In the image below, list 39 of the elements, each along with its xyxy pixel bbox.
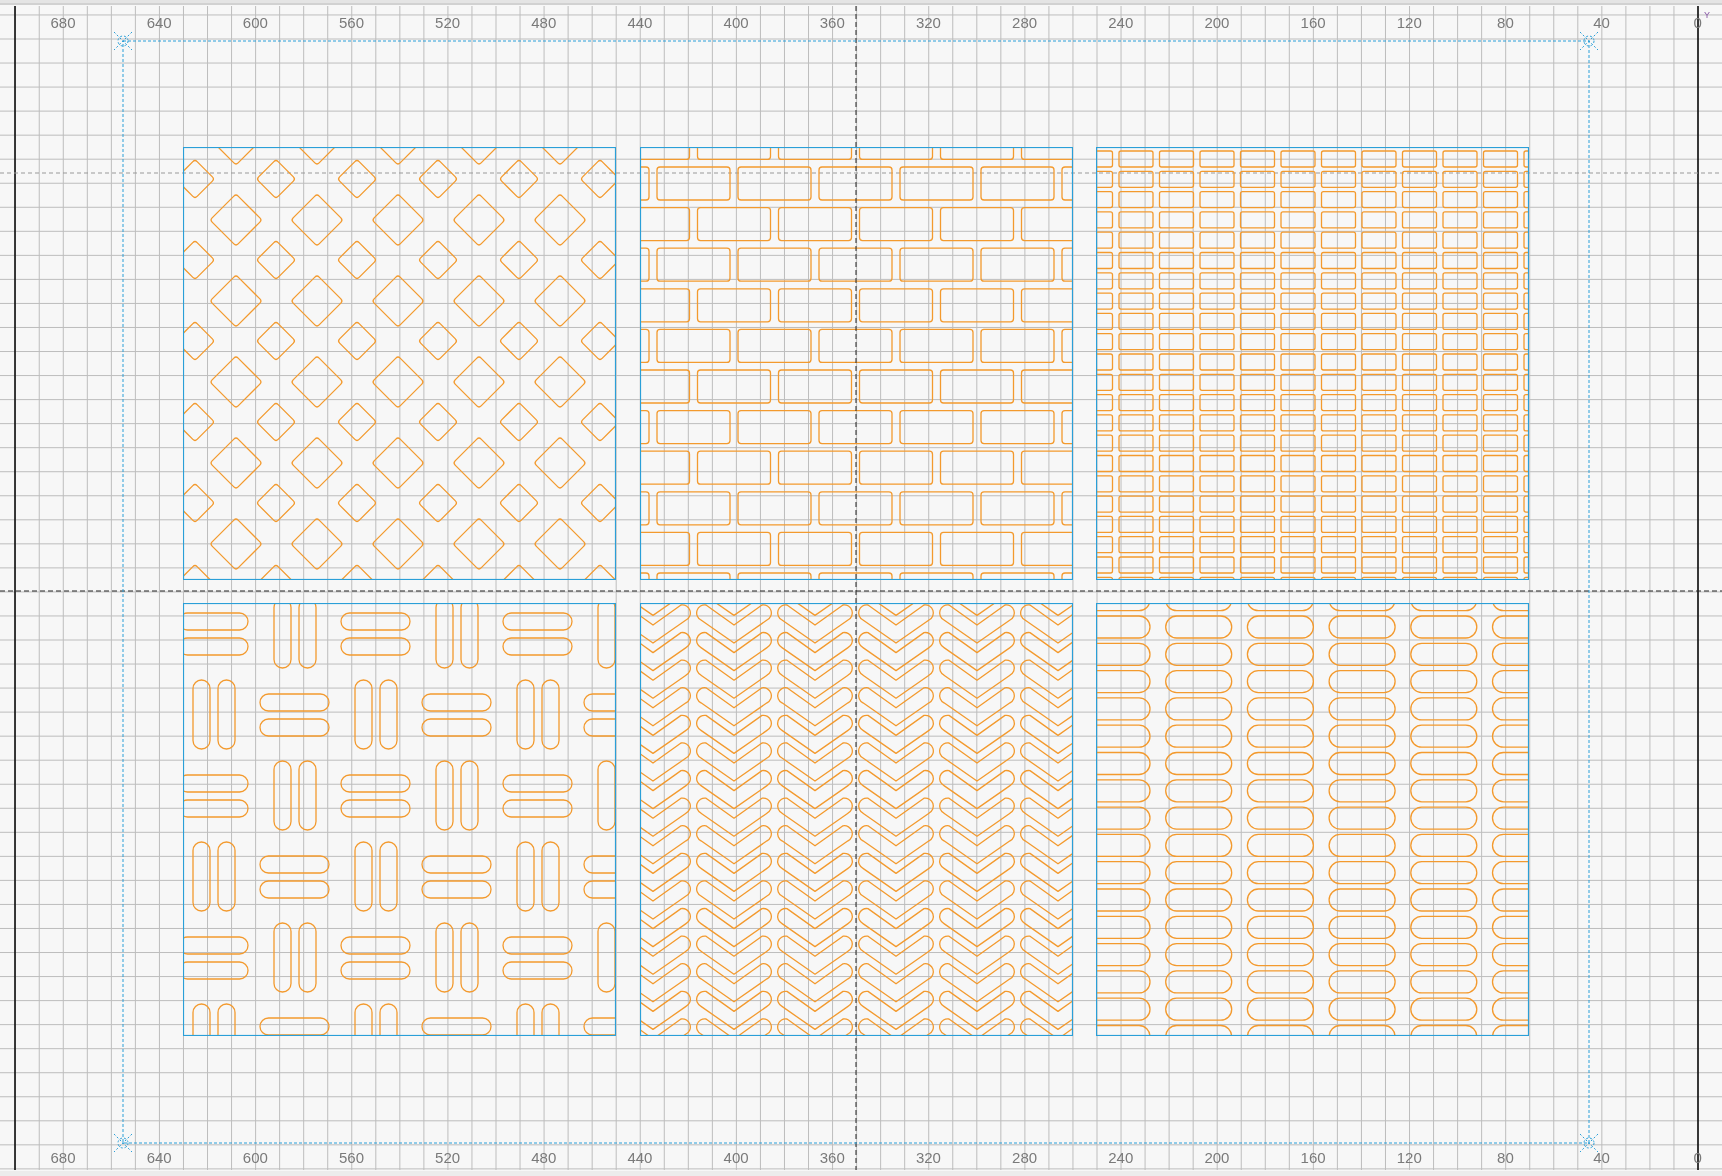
ruler-label: 320 (915, 1149, 941, 1166)
ruler-label: 520 (435, 1149, 461, 1166)
ruler-label: 680 (50, 14, 76, 31)
ruler-label: 440 (627, 14, 653, 31)
ruler-label: 640 (146, 14, 172, 31)
ruler-label: 560 (338, 1149, 364, 1166)
ruler-label: 240 (1108, 1149, 1134, 1166)
ruler-label: 400 (723, 14, 749, 31)
ruler-label: 400 (723, 1149, 749, 1166)
ruler-label: 320 (915, 14, 941, 31)
ruler-label: 520 (435, 14, 461, 31)
ruler-label: 40 (1593, 1149, 1610, 1166)
ruler-label: 600 (242, 1149, 268, 1166)
ruler-label: 360 (819, 1149, 845, 1166)
ruler-label: 440 (627, 1149, 653, 1166)
ruler-label: 240 (1108, 14, 1134, 31)
ruler-label: 680 (50, 1149, 76, 1166)
ruler-label: 600 (242, 14, 268, 31)
corner-handle-icon[interactable] (113, 1133, 133, 1153)
ruler-label: 480 (531, 14, 557, 31)
ruler-label: 120 (1396, 1149, 1422, 1166)
ruler-label: 80 (1497, 14, 1514, 31)
corner-handle-icon[interactable] (113, 31, 133, 51)
ruler-label: 160 (1300, 14, 1326, 31)
ruler-label: 360 (819, 14, 845, 31)
ruler-label: 200 (1204, 1149, 1230, 1166)
ruler-label: 40 (1593, 14, 1610, 31)
ruler-label: 160 (1300, 1149, 1326, 1166)
ruler-label: 560 (338, 14, 364, 31)
ruler-label: 120 (1396, 14, 1422, 31)
corner-handle-icon[interactable] (1579, 31, 1599, 51)
ruler-label: 200 (1204, 14, 1230, 31)
ruler-label: 80 (1497, 1149, 1514, 1166)
ruler-label: 640 (146, 1149, 172, 1166)
corner-handle-icon[interactable] (1579, 1133, 1599, 1153)
axis-label: Y (1704, 10, 1710, 20)
ruler-label: 280 (1012, 14, 1038, 31)
ruler-label: 280 (1012, 1149, 1038, 1166)
ruler-label: 480 (531, 1149, 557, 1166)
